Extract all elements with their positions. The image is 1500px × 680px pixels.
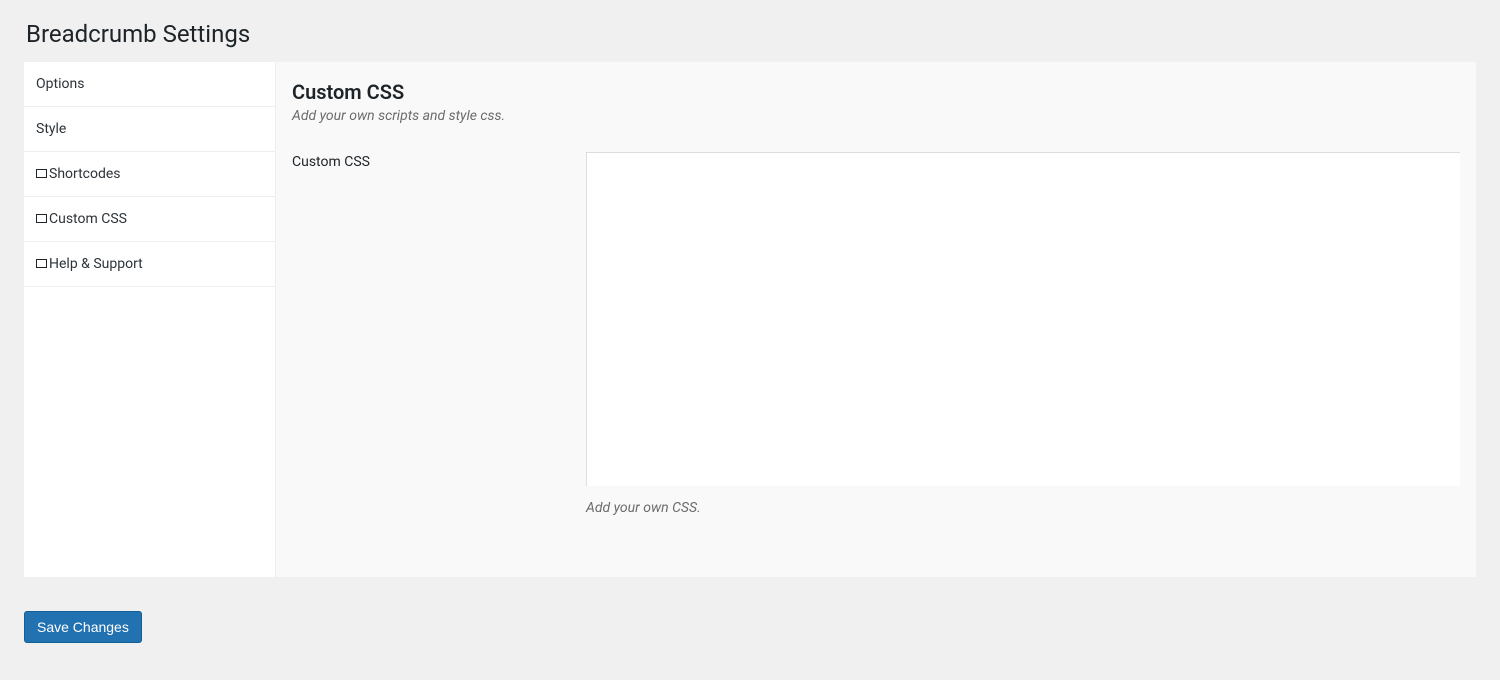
section-title: Custom CSS — [292, 80, 1460, 104]
sidebar-item-label: Options — [36, 76, 84, 92]
box-icon — [36, 169, 47, 178]
save-row: Save Changes — [24, 611, 1476, 643]
page-title: Breadcrumb Settings — [26, 20, 1476, 48]
custom-css-input-wrap: Add your own CSS. — [586, 152, 1460, 516]
box-icon — [36, 214, 47, 223]
sidebar-item-custom-css[interactable]: Custom CSS — [24, 197, 275, 242]
custom-css-hint: Add your own CSS. — [586, 500, 1460, 516]
box-icon — [36, 259, 47, 268]
section-description: Add your own scripts and style css. — [292, 108, 1460, 124]
sidebar-item-shortcodes[interactable]: Shortcodes — [24, 152, 275, 197]
custom-css-textarea[interactable] — [586, 152, 1460, 486]
sidebar-item-style[interactable]: Style — [24, 107, 275, 152]
sidebar-item-label: Style — [36, 121, 66, 137]
settings-content: Custom CSS Add your own scripts and styl… — [276, 62, 1476, 577]
settings-sidebar: Options Style Shortcodes Custom CSS Help… — [24, 62, 276, 577]
sidebar-item-label: Help & Support — [49, 256, 143, 272]
sidebar-item-help-support[interactable]: Help & Support — [24, 242, 275, 287]
custom-css-label: Custom CSS — [292, 152, 586, 170]
sidebar-item-options[interactable]: Options — [24, 62, 275, 107]
settings-container: Options Style Shortcodes Custom CSS Help… — [24, 62, 1476, 577]
sidebar-item-label: Custom CSS — [49, 211, 127, 227]
sidebar-item-label: Shortcodes — [49, 166, 121, 182]
custom-css-field-row: Custom CSS Add your own CSS. — [292, 152, 1460, 516]
save-button[interactable]: Save Changes — [24, 611, 142, 643]
